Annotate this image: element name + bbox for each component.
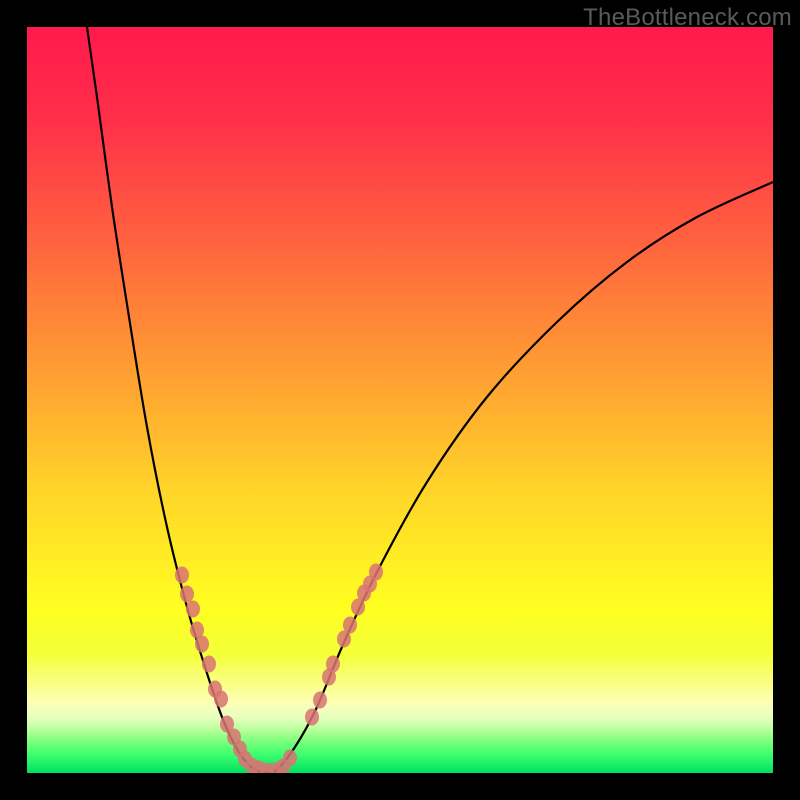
data-marker (214, 691, 228, 708)
plot-svg (27, 27, 773, 773)
data-marker (313, 692, 327, 709)
markers-left (175, 567, 297, 774)
data-marker (369, 564, 383, 581)
curve-left (87, 27, 261, 772)
data-marker (180, 586, 194, 603)
data-marker (186, 601, 200, 618)
plot-frame (27, 27, 773, 773)
data-marker (305, 709, 319, 726)
watermark-text: TheBottleneck.com (583, 4, 792, 32)
data-marker (343, 617, 357, 634)
markers-right (305, 564, 383, 726)
data-marker (175, 567, 189, 584)
curve-right (261, 182, 773, 773)
data-marker (202, 656, 216, 673)
data-marker (283, 750, 297, 767)
data-marker (326, 656, 340, 673)
data-marker (195, 636, 209, 653)
